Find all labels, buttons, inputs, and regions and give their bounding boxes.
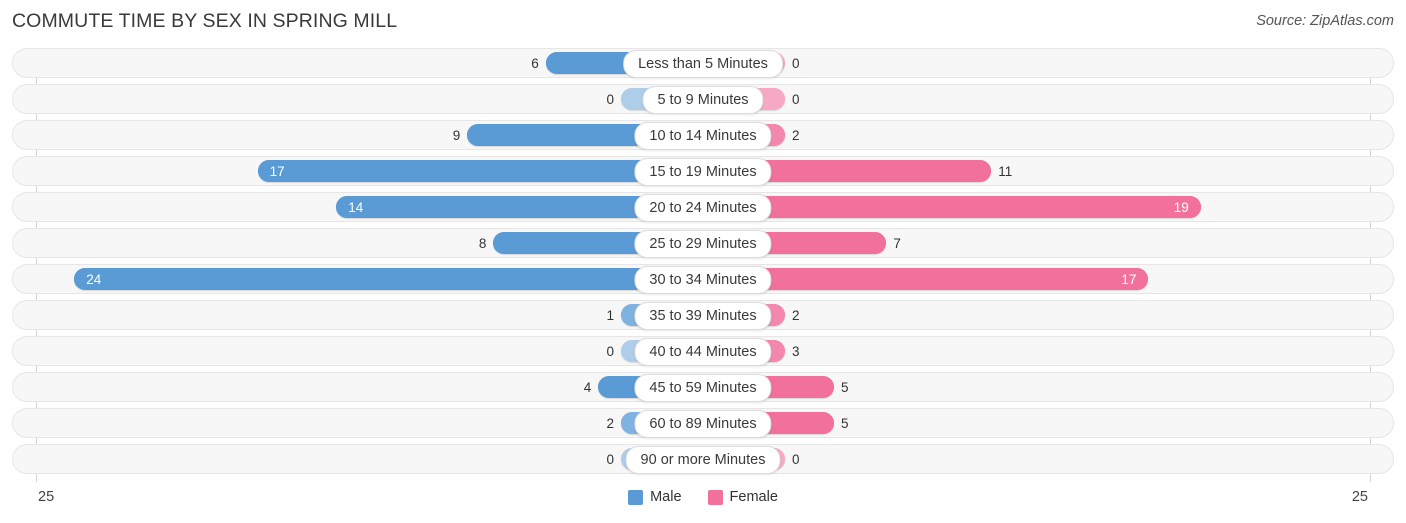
bar-value-female: 5 bbox=[841, 380, 849, 395]
bar-value-female: 17 bbox=[1121, 272, 1137, 287]
table-row: 24 17 30 to 34 Minutes bbox=[12, 264, 1394, 294]
bar-cap-icon bbox=[969, 160, 992, 182]
bar-cap-icon bbox=[812, 412, 834, 434]
bar-male[interactable]: 24 bbox=[74, 268, 703, 290]
bar-value-male: 24 bbox=[86, 272, 102, 287]
source-attribution: Source: ZipAtlas.com bbox=[1256, 13, 1394, 29]
bar-cap-icon bbox=[493, 232, 516, 254]
bar-value-male: 1 bbox=[606, 308, 614, 323]
bar-value-female: 0 bbox=[792, 452, 800, 467]
bar-value-male: 0 bbox=[606, 92, 614, 107]
bar-value-female: 11 bbox=[998, 164, 1013, 179]
table-row: 2 5 60 to 89 Minutes bbox=[12, 408, 1394, 438]
bar-value-male: 0 bbox=[606, 344, 614, 359]
table-row: 8 7 25 to 29 Minutes bbox=[12, 228, 1394, 258]
category-label: 20 to 24 Minutes bbox=[634, 194, 772, 222]
bar-group-male: 24 bbox=[74, 268, 703, 290]
legend-item-male[interactable]: Male bbox=[628, 489, 682, 505]
table-row: 0 0 5 to 9 Minutes bbox=[12, 84, 1394, 114]
bar-cap-icon bbox=[598, 376, 621, 398]
chart-footer: 25 25 Male Female bbox=[0, 486, 1406, 523]
category-label: 40 to 44 Minutes bbox=[634, 338, 772, 366]
bar-value-male: 4 bbox=[583, 380, 592, 395]
bar-value-female: 3 bbox=[792, 344, 800, 359]
bar-value-female: 0 bbox=[792, 56, 800, 71]
bar-value-female: 2 bbox=[792, 128, 800, 143]
bar-value-male: 8 bbox=[478, 236, 487, 251]
bar-value-female: 19 bbox=[1173, 200, 1189, 215]
bar-value-male: 6 bbox=[531, 56, 539, 71]
bar-value-male: 17 bbox=[269, 164, 285, 179]
bar-cap-icon bbox=[763, 88, 785, 110]
category-label: 10 to 14 Minutes bbox=[634, 122, 772, 150]
table-row: 14 19 20 to 24 Minutes bbox=[12, 192, 1394, 222]
legend-label: Male bbox=[650, 489, 682, 505]
category-label: 60 to 89 Minutes bbox=[634, 410, 772, 438]
bar-group-female: 19 bbox=[703, 196, 1201, 218]
bar-value-female: 7 bbox=[893, 236, 901, 251]
table-row: 0 3 40 to 44 Minutes bbox=[12, 336, 1394, 366]
legend-item-female[interactable]: Female bbox=[707, 489, 778, 505]
bar-cap-icon bbox=[545, 52, 568, 74]
bar-rows: 6 0 Less than 5 Minutes 0 0 5 to 9 Minutes 9 2 1… bbox=[0, 48, 1406, 480]
category-label: 15 to 19 Minutes bbox=[634, 158, 772, 186]
table-row: 9 2 10 to 14 Minutes bbox=[12, 120, 1394, 150]
bar-cap-icon bbox=[812, 376, 834, 398]
table-row: 4 5 45 to 59 Minutes bbox=[12, 372, 1394, 402]
table-row: 17 11 15 to 19 Minutes bbox=[12, 156, 1394, 186]
table-row: 0 0 90 or more Minutes bbox=[12, 444, 1394, 474]
chart-plot-area: 6 0 Less than 5 Minutes 0 0 5 to 9 Minutes 9 2 1… bbox=[0, 48, 1406, 486]
category-label: 25 to 29 Minutes bbox=[634, 230, 772, 258]
legend-swatch-icon bbox=[707, 489, 723, 505]
bar-value-female: 5 bbox=[841, 416, 849, 431]
bar-value-male: 14 bbox=[348, 200, 364, 215]
category-label: 5 to 9 Minutes bbox=[642, 86, 764, 114]
bar-cap-icon bbox=[621, 88, 643, 110]
bar-value-male: 2 bbox=[606, 416, 614, 431]
category-label: 90 or more Minutes bbox=[625, 446, 781, 474]
bar-value-female: 0 bbox=[792, 92, 800, 107]
bar-cap-icon bbox=[864, 232, 887, 254]
bar-cap-icon bbox=[467, 124, 490, 146]
bar-female[interactable]: 19 bbox=[703, 196, 1201, 218]
category-label: Less than 5 Minutes bbox=[623, 50, 783, 78]
legend-swatch-icon bbox=[628, 489, 644, 505]
chart-legend: Male Female bbox=[0, 489, 1406, 505]
page-title: COMMUTE TIME BY SEX IN SPRING MILL bbox=[12, 10, 398, 32]
table-row: 6 0 Less than 5 Minutes bbox=[12, 48, 1394, 78]
bar-value-male: 9 bbox=[452, 128, 461, 143]
bar-value-male: 0 bbox=[606, 452, 614, 467]
category-label: 35 to 39 Minutes bbox=[634, 302, 772, 330]
category-label: 30 to 34 Minutes bbox=[634, 266, 772, 294]
category-label: 45 to 59 Minutes bbox=[634, 374, 772, 402]
legend-label: Female bbox=[729, 489, 778, 505]
chart-header: COMMUTE TIME BY SEX IN SPRING MILL Sourc… bbox=[0, 0, 1406, 46]
bar-value-female: 2 bbox=[792, 308, 800, 323]
table-row: 1 2 35 to 39 Minutes bbox=[12, 300, 1394, 330]
